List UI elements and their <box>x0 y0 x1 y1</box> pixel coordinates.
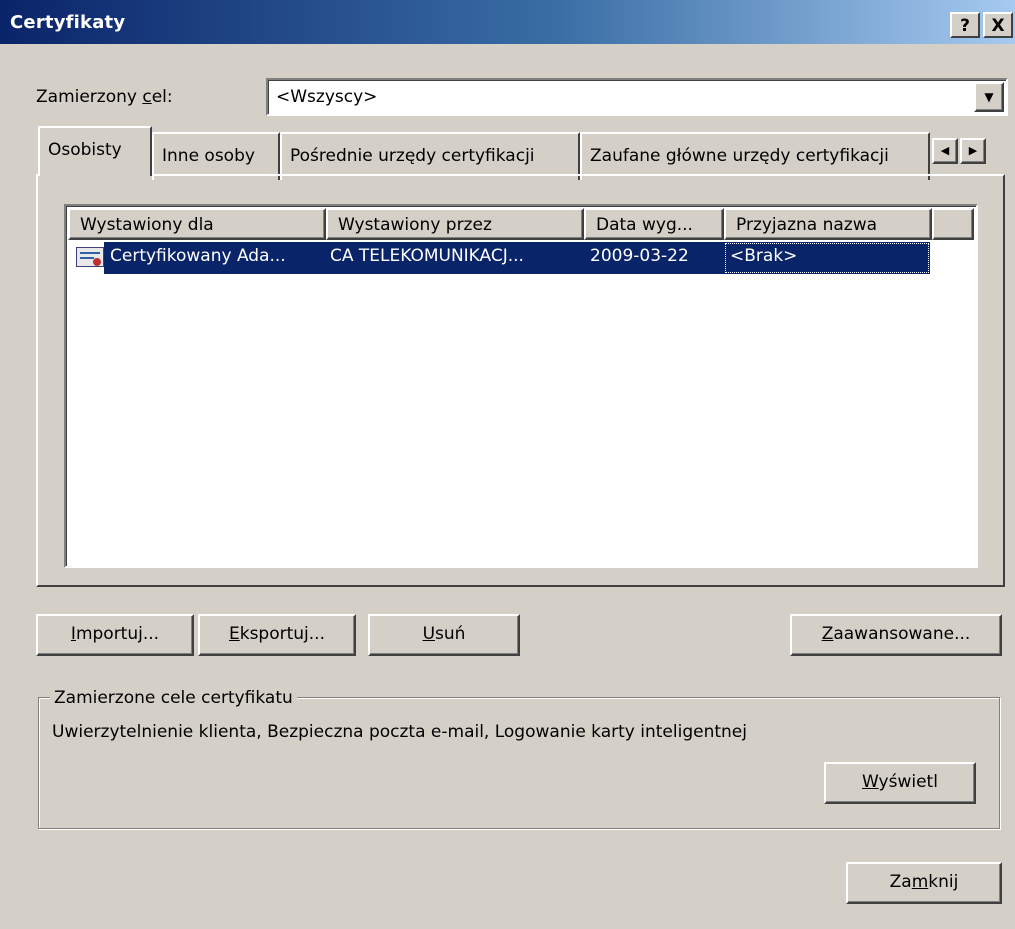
tab-intermediate-cas[interactable]: Pośrednie urzędy certyfikacji <box>280 132 580 180</box>
title-bar: Certyfikaty ? X <box>0 0 1015 44</box>
certificate-list[interactable]: Wystawiony dla Wystawiony przez Data wyg… <box>64 204 978 568</box>
help-icon: ? <box>960 16 970 36</box>
purpose-label: Zamierzony cel: <box>36 87 173 107</box>
cell-issued-by: CA TELEKOMUNIKACJ... <box>324 242 584 274</box>
tab-other-people[interactable]: Inne osoby <box>152 132 280 180</box>
advanced-button[interactable]: Zaawansowane... <box>790 614 1002 656</box>
column-header-expiration[interactable]: Data wyg... <box>584 208 724 240</box>
column-header-issued-by[interactable]: Wystawiony przez <box>326 208 584 240</box>
cell-expiration: 2009-03-22 <box>584 242 724 274</box>
view-button[interactable]: Wyświetl <box>824 762 976 804</box>
close-button[interactable]: Zamknij <box>846 862 1002 904</box>
tab-trusted-root-cas[interactable]: Zaufane główne urzędy certyfikacji <box>580 132 930 180</box>
close-window-button[interactable]: X <box>983 12 1013 38</box>
column-header-friendly-name[interactable]: Przyjazna nazwa <box>724 208 932 240</box>
help-button[interactable]: ? <box>950 12 980 38</box>
cell-friendly-name: <Brak> <box>724 242 930 274</box>
dropdown-arrow-icon[interactable]: ▼ <box>974 82 1004 112</box>
export-button[interactable]: Eksportuj... <box>198 614 356 656</box>
import-button[interactable]: Importuj... <box>36 614 194 656</box>
tab-scroll-right-icon[interactable]: ▶ <box>960 138 986 164</box>
close-icon: X <box>991 16 1005 36</box>
purposes-text: Uwierzytelnienie klienta, Bezpieczna poc… <box>52 722 747 742</box>
purpose-combobox[interactable]: <Wszyscy> ▼ <box>266 78 1008 116</box>
purposes-group-title: Zamierzone cele certyfikatu <box>50 688 297 708</box>
tab-scroll-left-icon[interactable]: ◀ <box>932 138 958 164</box>
column-header-filler <box>932 208 974 240</box>
tab-personal[interactable]: Osobisty <box>38 126 152 176</box>
certificate-icon <box>76 247 104 267</box>
remove-button[interactable]: Usuń <box>368 614 520 656</box>
column-header-issued-to[interactable]: Wystawiony dla <box>68 208 326 240</box>
cell-issued-to: Certyfikowany Ada... <box>104 242 324 274</box>
window-title: Certyfikaty <box>10 12 126 33</box>
purpose-value: <Wszyscy> <box>276 87 378 107</box>
